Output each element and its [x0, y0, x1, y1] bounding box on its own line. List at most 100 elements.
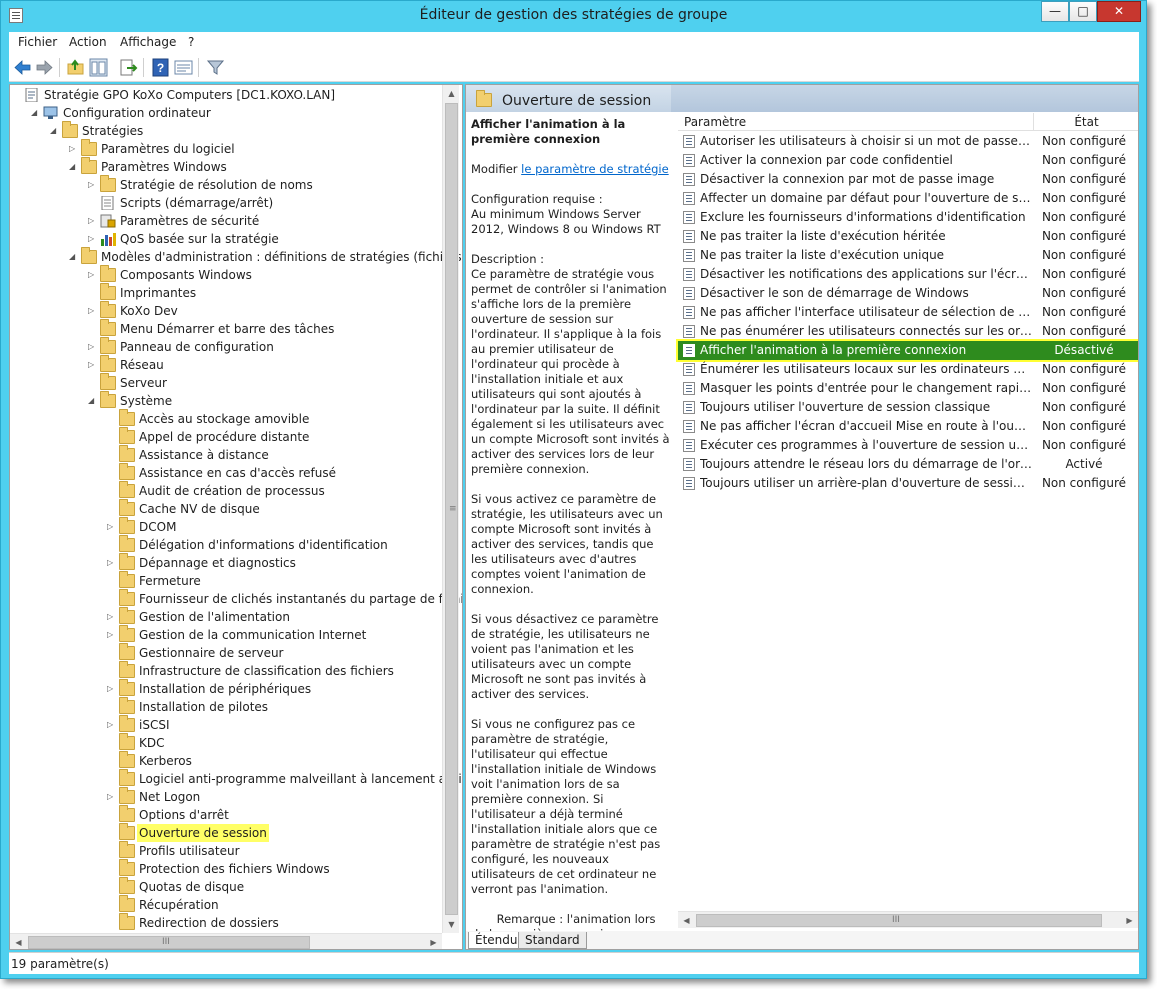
expand-arrow-icon[interactable]: ▷ [107, 518, 117, 536]
tree-item[interactable]: ▷ QoS basée sur la stratégie [10, 230, 440, 248]
tree-item[interactable]: Serveur [10, 373, 440, 392]
tree-item[interactable]: Assistance en cas d'accès refusé [10, 463, 440, 482]
properties-icon[interactable] [174, 58, 193, 77]
tree-item[interactable]: Profils utilisateur [10, 841, 440, 860]
expand-arrow-icon[interactable]: ▷ [88, 302, 98, 320]
scroll-up-arrow-icon[interactable]: ▲ [443, 85, 460, 102]
menu-action[interactable]: Action [69, 35, 107, 49]
minimize-button[interactable]: — [1041, 1, 1069, 22]
tree-item[interactable]: Options d'arrêt [10, 805, 440, 824]
setting-row[interactable]: Toujours utiliser l'ouverture de session… [678, 398, 1138, 417]
title-bar[interactable]: Éditeur de gestion des stratégies de gro… [1, 1, 1146, 31]
show-hide-tree-icon[interactable] [89, 58, 108, 77]
setting-row[interactable]: Ne pas afficher l'écran d'accueil Mise e… [678, 417, 1138, 436]
setting-row[interactable]: Ne pas énumérer les utilisateurs connect… [678, 322, 1138, 341]
filter-icon[interactable] [206, 58, 225, 77]
setting-row-selected[interactable]: Afficher l'animation à la première conne… [678, 341, 1138, 360]
collapse-arrow-icon[interactable]: ◢ [31, 104, 41, 122]
tree-item[interactable]: ▷ Dépannage et diagnostics [10, 553, 440, 572]
setting-row[interactable]: Masquer les points d'entrée pour le chan… [678, 379, 1138, 398]
tree-item[interactable]: Logiciel anti-programme malveillant à la… [10, 769, 462, 788]
expand-arrow-icon[interactable]: ▷ [107, 680, 117, 698]
setting-row[interactable]: Affecter un domaine par défaut pour l'ou… [678, 189, 1138, 208]
collapse-arrow-icon[interactable]: ◢ [88, 392, 98, 410]
tab-standard[interactable]: Standard [518, 932, 587, 949]
scroll-thumb[interactable]: III [696, 914, 1102, 927]
tree-item[interactable]: ▷ DCOM [10, 517, 440, 536]
maximize-button[interactable]: □ [1069, 1, 1097, 22]
scroll-thumb[interactable]: III [28, 936, 310, 949]
menu-affichage[interactable]: Affichage [120, 35, 176, 49]
menu-help[interactable]: ? [188, 35, 194, 49]
scroll-down-arrow-icon[interactable]: ▼ [443, 916, 460, 933]
edit-policy-link[interactable]: le paramètre de stratégie [521, 162, 669, 176]
expand-arrow-icon[interactable]: ▷ [88, 338, 98, 356]
scroll-thumb[interactable]: ≡ [445, 103, 458, 915]
setting-row[interactable]: Désactiver le son de démarrage de Window… [678, 284, 1138, 303]
tree-item[interactable]: Redirection de dossiers [10, 913, 440, 932]
tree-item[interactable]: Audit de création de processus [10, 481, 440, 500]
expand-arrow-icon[interactable]: ▷ [107, 788, 117, 806]
setting-row[interactable]: Désactiver la connexion par mot de passe… [678, 170, 1138, 189]
setting-row[interactable]: Ne pas traiter la liste d'exécution héri… [678, 227, 1138, 246]
setting-row[interactable]: Énumérer les utilisateurs locaux sur les… [678, 360, 1138, 379]
tree-item[interactable]: Récupération [10, 895, 440, 914]
tree-item[interactable]: KDC [10, 733, 440, 752]
tree-item[interactable]: ◢ Configuration ordinateur [10, 104, 440, 122]
tree-item[interactable]: ▷ Gestion de la communication Internet [10, 625, 440, 644]
collapse-arrow-icon[interactable]: ◢ [50, 122, 60, 140]
list-horizontal-scrollbar[interactable]: ◀ III ▶ [678, 911, 1138, 928]
setting-row[interactable]: Ne pas afficher l'interface utilisateur … [678, 303, 1138, 322]
tree-item[interactable]: Kerberos [10, 751, 440, 770]
help-icon[interactable]: ? [151, 58, 170, 77]
tree-item[interactable]: Imprimantes [10, 283, 440, 302]
expand-arrow-icon[interactable]: ▷ [88, 212, 98, 230]
tree-item[interactable]: Protection des fichiers Windows [10, 859, 440, 878]
tree-vertical-scrollbar[interactable]: ▲ ≡ ▼ [442, 85, 459, 933]
tree-item[interactable]: ▷ Paramètres de sécurité [10, 212, 440, 230]
scroll-right-arrow-icon[interactable]: ▶ [425, 934, 442, 949]
setting-row[interactable]: Toujours utiliser un arrière-plan d'ouve… [678, 474, 1138, 493]
tree-item[interactable]: ◢ Stratégies [10, 121, 440, 140]
setting-row[interactable]: Ne pas traiter la liste d'exécution uniq… [678, 246, 1138, 265]
setting-row[interactable]: Autoriser les utilisateurs à choisir si … [678, 132, 1138, 151]
tree-item[interactable]: Stratégie GPO KoXo Computers [DC1.KOXO.L… [10, 86, 440, 104]
tree-item[interactable]: Cache NV de disque [10, 499, 440, 518]
tree-item[interactable]: ▷ Réseau [10, 355, 440, 374]
tree-item[interactable]: Fermeture [10, 571, 440, 590]
tree-item[interactable]: Délégation d'informations d'identificati… [10, 535, 440, 554]
setting-row[interactable]: Toujours attendre le réseau lors du déma… [678, 455, 1138, 474]
setting-row[interactable]: Exclure les fournisseurs d'informations … [678, 208, 1138, 227]
setting-row[interactable]: Activer la connexion par code confidenti… [678, 151, 1138, 170]
expand-arrow-icon[interactable]: ▷ [107, 554, 117, 572]
tree-item[interactable]: ▷ Panneau de configuration [10, 337, 440, 356]
tree-item[interactable]: Appel de procédure distante [10, 427, 440, 446]
tree-item[interactable]: Infrastructure de classification des fic… [10, 661, 440, 680]
forward-icon[interactable] [35, 58, 54, 77]
setting-row[interactable]: Désactiver les notifications des applica… [678, 265, 1138, 284]
tree-item[interactable]: ▷ KoXo Dev [10, 301, 440, 320]
tree-item[interactable]: Fournisseur de clichés instantanés du pa… [10, 589, 462, 608]
tree-item[interactable]: ◢ Paramètres Windows [10, 157, 440, 176]
tree-item[interactable]: Installation de pilotes [10, 697, 440, 716]
tree-item[interactable]: Quotas de disque [10, 877, 440, 896]
column-header-etat[interactable]: État [1034, 113, 1138, 131]
tree-item[interactable]: Gestionnaire de serveur [10, 643, 440, 662]
column-header-parametre[interactable]: Paramètre [678, 113, 1034, 131]
up-folder-icon[interactable] [66, 58, 85, 77]
tree-item[interactable]: ◢ Modèles d'administration : définitions … [10, 247, 462, 266]
expand-arrow-icon[interactable]: ▷ [88, 356, 98, 374]
tree-item[interactable]: ▷ Gestion de l'alimentation [10, 607, 440, 626]
tree-item[interactable]: Accès au stockage amovible [10, 409, 440, 428]
tree-horizontal-scrollbar[interactable]: ◀ III ▶ [10, 933, 442, 949]
scroll-left-arrow-icon[interactable]: ◀ [678, 912, 695, 929]
scroll-left-arrow-icon[interactable]: ◀ [10, 934, 27, 949]
expand-arrow-icon[interactable]: ▷ [107, 608, 117, 626]
expand-arrow-icon[interactable]: ▷ [69, 140, 79, 158]
expand-arrow-icon[interactable]: ▷ [107, 716, 117, 734]
tree-item[interactable]: ▷ Installation de périphériques [10, 679, 440, 698]
tree-item[interactable]: Scripts (démarrage/arrêt) [10, 194, 440, 212]
expand-arrow-icon[interactable]: ▷ [107, 626, 117, 644]
tree-item[interactable]: ▷ Stratégie de résolution de noms [10, 175, 440, 194]
tree-item[interactable]: ◢ Système [10, 391, 440, 410]
